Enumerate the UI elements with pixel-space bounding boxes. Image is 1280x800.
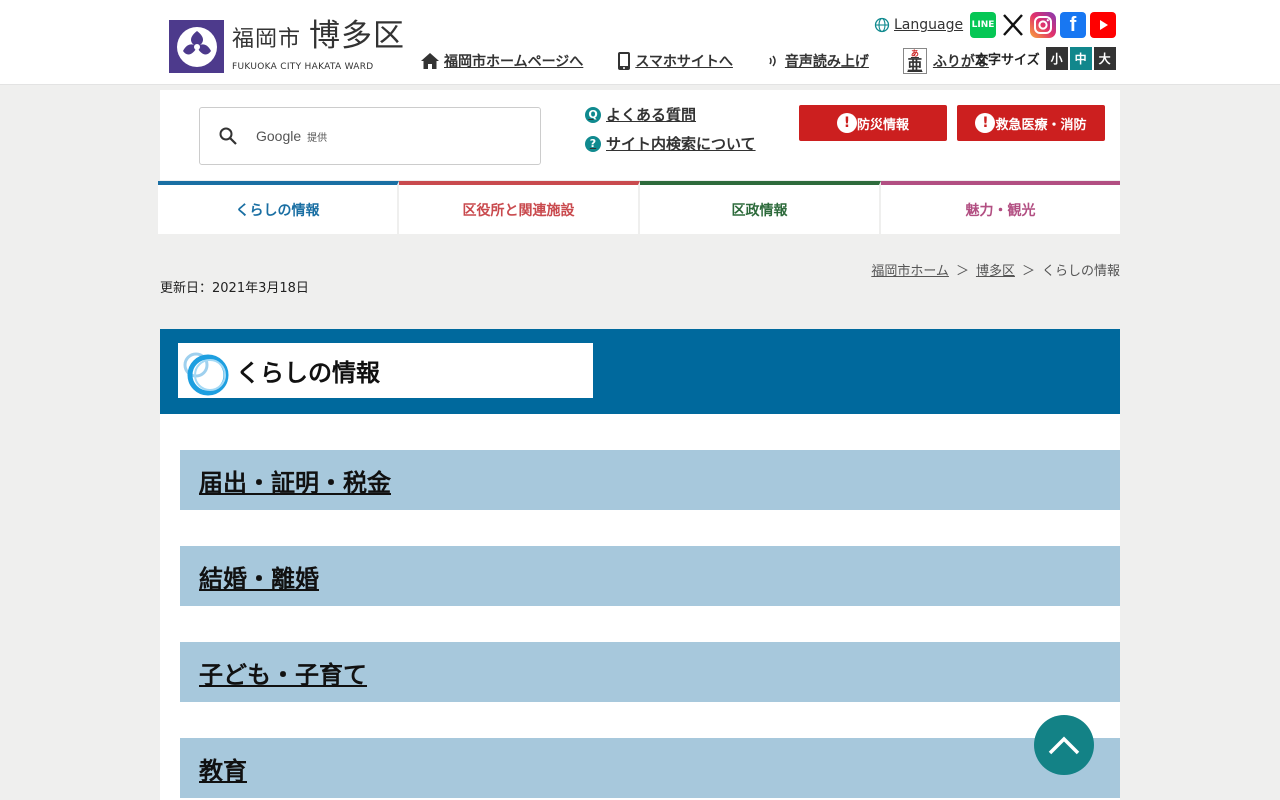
category-item: 子ども・子育て <box>180 642 1120 702</box>
category-link[interactable]: 教育 <box>199 751 247 786</box>
category-item: 教育 <box>180 738 1120 798</box>
fukuoka-home-link[interactable]: 福岡市ホームページへ <box>420 51 583 71</box>
x-icon[interactable] <box>1000 12 1026 38</box>
breadcrumb-home[interactable]: 福岡市ホーム <box>871 260 949 279</box>
gnav-ward-office[interactable]: 区役所と関連施設 <box>399 181 640 234</box>
font-size-label: 文字サイズ <box>975 53 1040 68</box>
category-link[interactable]: 子ども・子育て <box>199 655 367 690</box>
category-link[interactable]: 結婚・離婚 <box>199 559 319 594</box>
help-links: Q よくある質問 ? サイト内検索について <box>585 104 756 162</box>
sns-links: LINE f <box>970 12 1120 38</box>
circle-ornament-icon <box>180 345 232 397</box>
smartphone-site-link[interactable]: スマホサイトへ <box>617 51 733 71</box>
font-size-large-button[interactable]: 大 <box>1093 47 1116 70</box>
updated-date: 更新日：2021年3月18日 <box>160 281 309 296</box>
category-list: 届出・証明・税金 結婚・離婚 子ども・子育て 教育 <box>180 450 1120 800</box>
site-header: 福岡市 博多区 FUKUOKA CITY HAKATA WARD Languag… <box>0 0 1280 85</box>
globe-icon <box>874 17 890 33</box>
utility-links: 福岡市ホームページへ スマホサイトへ 音声読み上げ あ 亜 ふりがな <box>420 48 989 74</box>
page-top-button[interactable] <box>1034 715 1094 775</box>
language-link[interactable]: Language <box>874 17 963 33</box>
breadcrumb-hakata[interactable]: 博多区 <box>976 260 1015 279</box>
instagram-icon[interactable] <box>1030 12 1056 38</box>
facebook-icon[interactable]: f <box>1060 12 1086 38</box>
logo-text-jp: 福岡市 博多区 <box>232 18 406 54</box>
chevron-up-icon <box>1048 736 1080 755</box>
fukuoka-emblem-icon <box>169 20 224 73</box>
faq-q-icon: Q <box>585 106 601 123</box>
breadcrumb: 福岡市ホーム ＞ 博多区 ＞ くらしの情報 <box>871 260 1120 279</box>
search-panel: Google 提供 Q よくある質問 ? サイト内検索について ! 防災情報 !… <box>160 90 1120 180</box>
search-icon <box>219 127 237 145</box>
global-nav: くらしの情報 区役所と関連施設 区政情報 魅力・観光 <box>158 181 1120 234</box>
emergency-medical-button[interactable]: ! 救急医療・消防 <box>957 105 1105 141</box>
site-logo[interactable]: 福岡市 博多区 FUKUOKA CITY HAKATA WARD <box>169 20 405 73</box>
voice-reading-link[interactable]: 音声読み上げ <box>767 51 869 71</box>
page-title: くらしの情報 <box>236 359 380 387</box>
site-search-help-link[interactable]: ? サイト内検索について <box>585 133 756 154</box>
furigana-icon: あ 亜 <box>902 48 927 74</box>
line-icon[interactable]: LINE <box>970 12 996 38</box>
alert-icon: ! <box>975 113 996 133</box>
youtube-icon[interactable] <box>1090 12 1116 38</box>
font-size-switcher: 文字サイズ 小 中 大 <box>975 47 1116 70</box>
gnav-attractions[interactable]: 魅力・観光 <box>881 181 1120 234</box>
provider-suffix: 提供 <box>307 132 328 144</box>
page-title-box: くらしの情報 <box>178 343 593 398</box>
gnav-living-info[interactable]: くらしの情報 <box>158 181 399 234</box>
google-provider-label: Google <box>256 128 302 144</box>
gnav-ward-admin[interactable]: 区政情報 <box>640 181 881 234</box>
help-question-icon: ? <box>585 135 601 152</box>
breadcrumb-separator: ＞ <box>955 264 969 279</box>
disaster-info-button[interactable]: ! 防災情報 <box>799 105 947 141</box>
breadcrumb-separator: ＞ <box>1021 264 1035 279</box>
font-size-small-button[interactable]: 小 <box>1045 47 1068 70</box>
font-size-medium-button[interactable]: 中 <box>1069 47 1092 70</box>
smartphone-icon <box>618 52 631 70</box>
category-item: 結婚・離婚 <box>180 546 1120 606</box>
breadcrumb-current: くらしの情報 <box>1041 264 1120 279</box>
home-icon <box>421 53 439 69</box>
speaker-icon <box>769 55 776 67</box>
page-heading-bar: くらしの情報 <box>160 329 1120 414</box>
main-content: くらしの情報 届出・証明・税金 結婚・離婚 子ども・子育て 教育 <box>160 329 1120 800</box>
category-item: 届出・証明・税金 <box>180 450 1120 510</box>
faq-link[interactable]: Q よくある質問 <box>585 104 756 125</box>
category-link[interactable]: 届出・証明・税金 <box>199 463 391 498</box>
alert-icon: ! <box>836 113 857 133</box>
logo-text-en: FUKUOKA CITY HAKATA WARD <box>232 62 374 72</box>
search-input[interactable]: Google 提供 <box>199 107 541 165</box>
